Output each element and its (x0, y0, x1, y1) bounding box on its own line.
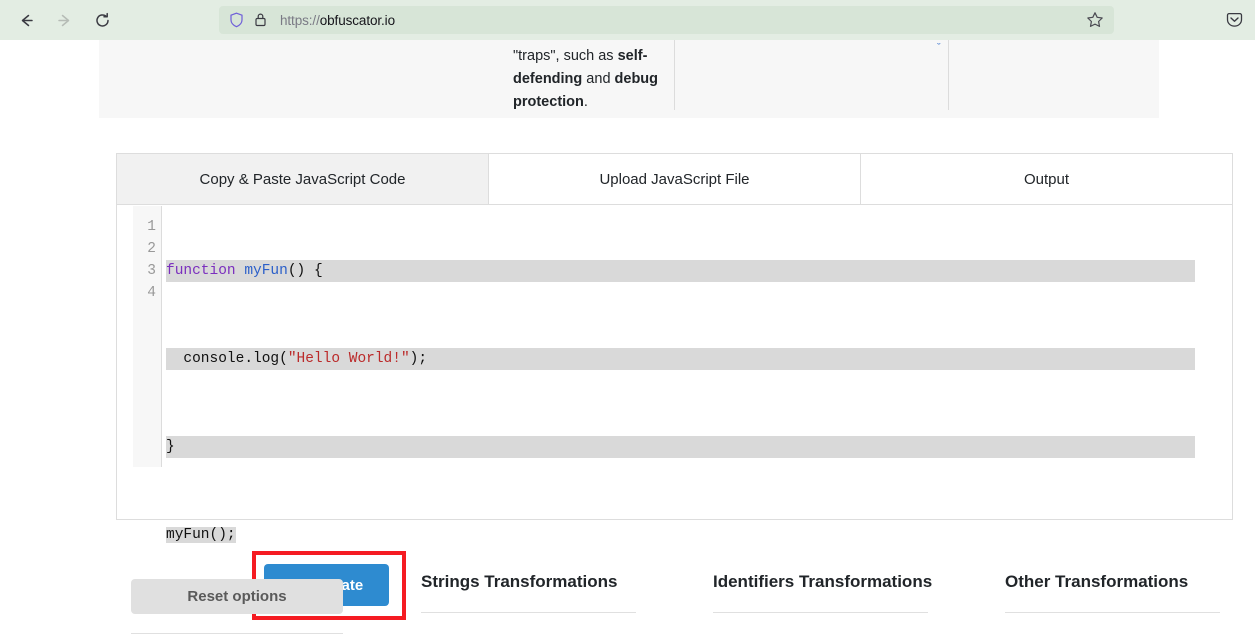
reload-button[interactable] (86, 4, 118, 36)
column-title: Strings Transformations (421, 572, 636, 592)
token-identifier-myfun: myFun (244, 263, 288, 279)
tab-label: Copy & Paste JavaScript Code (200, 171, 406, 188)
page-content: ˇ "traps", such as self-defending and de… (0, 40, 1255, 635)
strings-transformations-column: Strings Transformations String Array (421, 572, 636, 635)
editor-line-numbers: 1 2 3 4 (133, 206, 162, 467)
url-scheme: https:// (280, 13, 320, 28)
editor-card: Copy & Paste JavaScript Code Upload Java… (116, 153, 1233, 520)
column-divider (421, 612, 636, 613)
code-line: } (162, 436, 1216, 458)
line-number: 2 (133, 238, 161, 260)
code-line-selection: function myFun() { (166, 260, 1195, 282)
tab-upload-javascript-file[interactable]: Upload JavaScript File (489, 154, 861, 204)
options-divider (131, 633, 343, 634)
line-number: 1 (133, 216, 161, 238)
caret-marker: ˇ (937, 42, 941, 54)
token-punctuation: ); (410, 351, 427, 367)
reset-options-button[interactable]: Reset options (131, 579, 343, 614)
info-card-text: "traps", such as self-defending and debu… (513, 45, 663, 114)
column-title: Identifiers Transformations (713, 572, 928, 592)
identifiers-transformations-column: Identifiers Transformations Identifier N… (713, 572, 928, 635)
back-button[interactable] (10, 4, 42, 36)
arrow-right-icon (56, 12, 73, 29)
tab-copy-paste-javascript-code[interactable]: Copy & Paste JavaScript Code (117, 154, 489, 204)
token-console-log: console.log( (166, 351, 288, 367)
code-line-selection: console.log("Hello World!"); (166, 348, 1195, 370)
forward-button[interactable] (48, 4, 80, 36)
token-punctuation: () { (288, 263, 323, 279)
info-card: ˇ "traps", such as self-defending and de… (99, 40, 1159, 118)
shield-icon[interactable] (229, 12, 244, 28)
tab-output[interactable]: Output (861, 154, 1232, 204)
info-text-suffix: . (584, 94, 588, 110)
column-divider (1005, 612, 1220, 613)
code-line: console.log("Hello World!"); (162, 348, 1216, 370)
browser-toolbar: https://obfuscator.io (0, 0, 1255, 40)
options-section: Reset options Options Preset Strings Tra… (0, 530, 1255, 635)
code-line-selection: } (166, 436, 1195, 458)
token-keyword-function: function (166, 263, 236, 279)
info-column-divider (674, 40, 675, 110)
code-editor[interactable]: 1 2 3 4 function myFun() { console.log("… (133, 206, 1216, 467)
url-bar[interactable]: https://obfuscator.io (219, 6, 1114, 34)
line-number: 4 (133, 282, 161, 304)
pocket-icon[interactable] (1220, 6, 1248, 34)
column-title: Other Transformations (1005, 572, 1220, 592)
column-divider (713, 612, 928, 613)
info-text-mid: and (582, 71, 614, 87)
info-text-prefix: "traps", such as (513, 48, 618, 64)
tab-label: Upload JavaScript File (599, 171, 749, 188)
url-host: obfuscator.io (320, 13, 395, 28)
line-number: 3 (133, 260, 161, 282)
reset-options-label: Reset options (187, 588, 286, 605)
tab-strip: Copy & Paste JavaScript Code Upload Java… (117, 154, 1232, 205)
bookmark-star-icon[interactable] (1081, 6, 1109, 34)
reload-icon (94, 12, 111, 29)
tab-label: Output (1024, 171, 1069, 188)
code-line: function myFun() { (162, 260, 1216, 282)
lock-icon[interactable] (254, 12, 267, 28)
other-transformations-column: Other Transformations Compact (1005, 572, 1220, 635)
token-close-brace: } (166, 439, 175, 455)
token-string-hello-world: "Hello World!" (288, 351, 410, 367)
arrow-left-icon (18, 12, 35, 29)
info-column-divider (948, 40, 949, 110)
url-text: https://obfuscator.io (280, 13, 395, 28)
code-text-area[interactable]: function myFun() { console.log("Hello Wo… (162, 206, 1216, 467)
